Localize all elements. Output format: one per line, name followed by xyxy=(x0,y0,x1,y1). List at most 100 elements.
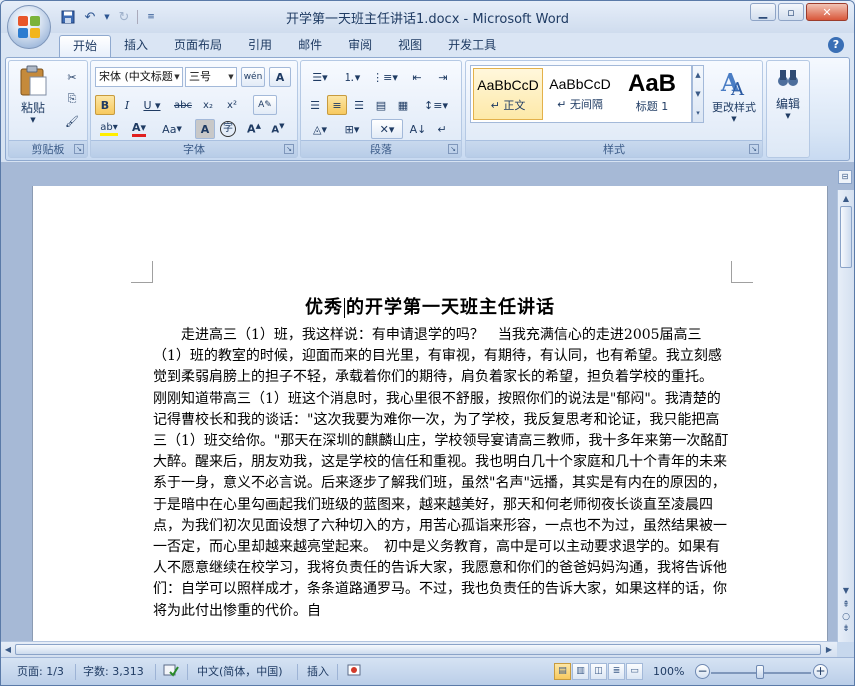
font-name-combo[interactable]: 宋体 (中文标题 ▼ xyxy=(95,67,183,87)
clipboard-launcher-icon[interactable]: ↘ xyxy=(74,144,84,154)
styles-gallery-scroll[interactable]: ▲ ▼ ▾ xyxy=(692,65,704,123)
gallery-up-icon[interactable]: ▲ xyxy=(695,71,700,79)
minimize-button[interactable]: ▁ xyxy=(750,3,776,21)
style-heading-1[interactable]: AaB 标题 1 xyxy=(617,68,687,120)
scroll-down-icon[interactable]: ▼ xyxy=(839,584,853,598)
align-right-button[interactable]: ☰ xyxy=(349,95,369,115)
font-launcher-icon[interactable]: ↘ xyxy=(284,144,294,154)
customize-qat-icon[interactable]: ≡ xyxy=(142,8,160,26)
document-page[interactable]: 优秀 的开学第一天班主任讲话 走进高三（1）班，我这样说：有申请退学的吗？ 当我充… xyxy=(32,186,828,642)
outline-view-button[interactable]: ≣ xyxy=(608,663,625,680)
style-no-spacing[interactable]: AaBbCcD ↵ 无间隔 xyxy=(545,68,615,120)
superscript-button[interactable]: x² xyxy=(221,95,243,115)
underline-button[interactable]: U ▾ xyxy=(139,95,165,115)
document-body[interactable]: 走进高三（1）班，我这样说：有申请退学的吗？ 当我充满信心的走进2005届高三（… xyxy=(153,325,731,622)
zoom-slider-thumb[interactable] xyxy=(756,665,764,679)
change-case-button[interactable]: Aa ▼ xyxy=(157,119,187,139)
character-shading-button[interactable]: A xyxy=(195,119,215,139)
bold-button[interactable]: B xyxy=(95,95,115,115)
styles-launcher-icon[interactable]: ↘ xyxy=(749,144,759,154)
bullets-button[interactable]: ☰▾ xyxy=(305,67,335,87)
zoom-out-button[interactable]: − xyxy=(695,664,710,679)
tab-developer[interactable]: 开发工具 xyxy=(435,35,509,57)
proofing-icon[interactable] xyxy=(163,663,179,681)
italic-button[interactable]: I xyxy=(117,95,137,115)
enclose-characters-button[interactable]: 字 xyxy=(217,119,239,139)
macro-record-icon[interactable] xyxy=(347,663,361,681)
shrink-font-button[interactable]: A▼ xyxy=(267,119,289,139)
previous-page-icon[interactable]: ⇞ xyxy=(841,600,851,610)
distributed-button[interactable]: ▦ xyxy=(393,95,413,115)
print-layout-view-button[interactable]: ▤ xyxy=(554,663,571,680)
shading-button[interactable]: ◬▾ xyxy=(305,119,335,139)
scroll-right-icon[interactable]: ▶ xyxy=(823,644,835,656)
undo-dropdown-icon[interactable]: ▼ xyxy=(103,8,111,26)
paragraph-launcher-icon[interactable]: ↘ xyxy=(448,144,458,154)
horizontal-scrollbar[interactable]: ◀ ▶ xyxy=(1,641,837,657)
show-marks-button[interactable]: ↵ xyxy=(431,119,453,139)
grow-font-button[interactable]: A▲ xyxy=(243,119,265,139)
line-spacing-button[interactable]: ↕≡▾ xyxy=(419,95,453,115)
undo-icon[interactable]: ↶ xyxy=(81,8,99,26)
language-indicator[interactable]: 中文(简体，中国) xyxy=(197,663,283,681)
cut-button[interactable]: ✂ xyxy=(61,67,83,87)
vertical-scrollbar[interactable]: ▲ ▼ ⇞ ○ ⇟ xyxy=(837,190,854,642)
style-normal[interactable]: AaBbCcD ↵ 正文 xyxy=(473,68,543,120)
gallery-down-icon[interactable]: ▼ xyxy=(695,90,700,98)
borders-button[interactable]: ⊞▾ xyxy=(337,119,367,139)
tab-home[interactable]: 开始 xyxy=(59,35,112,57)
asian-layout-button[interactable]: ✕▾ xyxy=(371,119,403,139)
zoom-level[interactable]: 100% xyxy=(653,663,684,681)
insert-mode-indicator[interactable]: 插入 xyxy=(307,663,329,681)
horizontal-scroll-thumb[interactable] xyxy=(15,644,821,655)
close-button[interactable]: ✕ xyxy=(806,3,848,21)
office-button[interactable] xyxy=(7,5,51,49)
highlight-button[interactable]: ab▾ xyxy=(95,119,123,139)
tab-review[interactable]: 审阅 xyxy=(335,35,385,57)
draft-view-button[interactable]: ▭ xyxy=(626,663,643,680)
maximize-button[interactable]: ▫ xyxy=(778,3,804,21)
character-border-button[interactable]: A xyxy=(269,67,291,87)
scroll-left-icon[interactable]: ◀ xyxy=(2,644,14,656)
save-icon[interactable] xyxy=(59,8,77,26)
phonetic-guide-button[interactable]: wén xyxy=(241,67,265,87)
page-count[interactable]: 页面: 1/3 xyxy=(17,663,64,681)
full-screen-reading-view-button[interactable]: ▥ xyxy=(572,663,589,680)
tab-insert[interactable]: 插入 xyxy=(111,35,161,57)
editing-button[interactable]: 编辑 ▼ xyxy=(769,67,807,120)
scroll-up-icon[interactable]: ▲ xyxy=(839,192,853,206)
strikethrough-button[interactable]: abc xyxy=(171,95,195,115)
multilevel-list-button[interactable]: ⋮≡▾ xyxy=(369,67,401,87)
sort-button[interactable]: A↓ xyxy=(407,119,429,139)
increase-indent-button[interactable]: ⇥ xyxy=(431,67,455,87)
align-center-button[interactable]: ≡ xyxy=(327,95,347,115)
redo-icon[interactable]: ↻ xyxy=(115,8,133,26)
zoom-in-button[interactable]: + xyxy=(813,664,828,679)
change-styles-button[interactable]: AA 更改样式 ▼ xyxy=(708,67,760,123)
justify-button[interactable]: ▤ xyxy=(371,95,391,115)
help-icon[interactable]: ? xyxy=(828,37,844,53)
word-count[interactable]: 字数: 3,313 xyxy=(83,663,144,681)
paste-button[interactable]: 粘贴 ▼ xyxy=(13,65,53,124)
margin-corner-top-left xyxy=(131,261,153,283)
decrease-indent-button[interactable]: ⇤ xyxy=(405,67,429,87)
tab-mailings[interactable]: 邮件 xyxy=(285,35,335,57)
select-browse-object-icon[interactable]: ○ xyxy=(841,612,851,622)
tab-view[interactable]: 视图 xyxy=(385,35,435,57)
format-painter-button[interactable]: 🖌 xyxy=(61,111,83,131)
document-title[interactable]: 优秀 的开学第一天班主任讲话 xyxy=(33,293,827,319)
align-left-button[interactable]: ☰ xyxy=(305,95,325,115)
font-color-button[interactable]: A▾ xyxy=(125,119,153,139)
tab-references[interactable]: 引用 xyxy=(235,35,285,57)
web-layout-view-button[interactable]: ◫ xyxy=(590,663,607,680)
vertical-scroll-thumb[interactable] xyxy=(840,206,852,268)
font-size-combo[interactable]: 三号 ▼ xyxy=(185,67,237,87)
view-ruler-icon[interactable]: ⊟ xyxy=(838,170,852,184)
clear-formatting-button[interactable]: A✎ xyxy=(253,95,277,115)
gallery-more-icon[interactable]: ▾ xyxy=(696,109,700,117)
next-page-icon[interactable]: ⇟ xyxy=(841,624,851,634)
tab-page-layout[interactable]: 页面布局 xyxy=(161,35,235,57)
copy-button[interactable]: ⎘ xyxy=(61,89,83,109)
numbering-button[interactable]: ⒈▾ xyxy=(337,67,367,87)
subscript-button[interactable]: x₂ xyxy=(197,95,219,115)
